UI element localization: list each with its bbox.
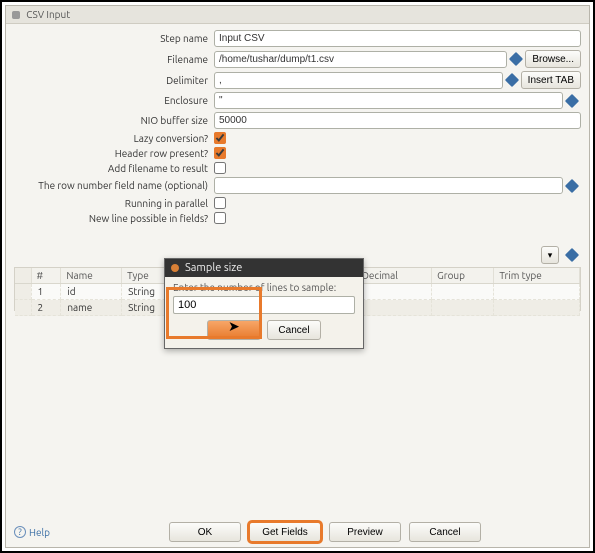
variable-icon[interactable] [505,73,519,87]
input-step-name[interactable] [214,30,581,47]
help-link[interactable]: ? Help [14,526,50,538]
dropdown-toggle[interactable]: ▾ [541,246,559,264]
col-trim[interactable]: Trim type [494,268,580,284]
checkbox-lazy[interactable] [214,132,226,144]
cell-num[interactable]: 1 [31,284,61,300]
form-area: Step name Filename Browse... Delimiter I… [6,24,589,229]
cursor-icon: ➤ [228,318,240,335]
label-step-name: Step name [14,33,214,44]
checkbox-parallel[interactable] [214,197,226,209]
cancel-button[interactable]: Cancel [409,522,481,542]
cell-name[interactable]: id [61,284,122,300]
dialog-titlebar[interactable]: Sample size [165,259,363,277]
encoding-controls: ▾ [541,246,581,264]
dialog-title: Sample size [185,262,242,274]
cell-name[interactable]: name [61,300,122,316]
sample-size-input[interactable] [173,296,355,314]
row-corner [15,300,31,316]
col-decimal[interactable]: Decimal [356,268,431,284]
input-delimiter[interactable] [214,72,503,89]
window-control-icon[interactable] [12,11,20,19]
col-name[interactable]: Name [61,268,122,284]
checkbox-header[interactable] [214,147,226,159]
dialog-prompt: Enter the number of lines to sample: [173,282,355,293]
label-newline: New line possible in fields? [14,213,214,224]
window-control-icon[interactable] [171,264,179,272]
help-label: Help [29,527,50,538]
label-addfn: Add filename to result [14,163,214,174]
get-fields-button[interactable]: Get Fields [249,522,321,542]
label-header: Header row present? [14,148,214,159]
window-title: CSV Input [26,9,70,20]
cell-num[interactable]: 2 [31,300,61,316]
label-lazy: Lazy conversion? [14,133,214,144]
col-group[interactable]: Group [432,268,494,284]
variable-icon[interactable] [565,93,579,107]
label-delimiter: Delimiter [14,75,214,86]
dialog-cancel-button[interactable]: Cancel [267,320,321,340]
row-corner [15,284,31,300]
ok-button[interactable]: OK [169,522,241,542]
checkbox-addfn[interactable] [214,162,226,174]
sample-size-dialog: Sample size Enter the number of lines to… [164,258,364,349]
help-icon: ? [14,526,26,538]
bottom-bar: ? Help OK Get Fields Preview Cancel [14,522,581,542]
input-nio[interactable] [214,112,581,129]
label-nio: NIO buffer size [14,115,214,126]
csv-input-window: CSV Input Step name Filename Browse... D… [5,5,590,548]
titlebar: CSV Input [6,6,589,24]
checkbox-newline[interactable] [214,212,226,224]
col-corner[interactable] [15,268,31,284]
preview-button[interactable]: Preview [329,522,401,542]
col-num[interactable]: # [31,268,61,284]
insert-tab-button[interactable]: Insert TAB [521,71,581,89]
browse-button[interactable]: Browse... [525,50,581,68]
label-enclosure: Enclosure [14,95,214,106]
variable-icon[interactable] [565,248,579,262]
input-rownum[interactable] [214,177,563,194]
input-filename[interactable] [214,51,507,68]
input-enclosure[interactable] [214,92,563,109]
variable-icon[interactable] [509,52,523,66]
label-rownum: The row number field name (optional) [14,180,214,191]
variable-icon[interactable] [565,178,579,192]
label-filename: Filename [14,54,214,65]
label-parallel: Running in parallel [14,198,214,209]
